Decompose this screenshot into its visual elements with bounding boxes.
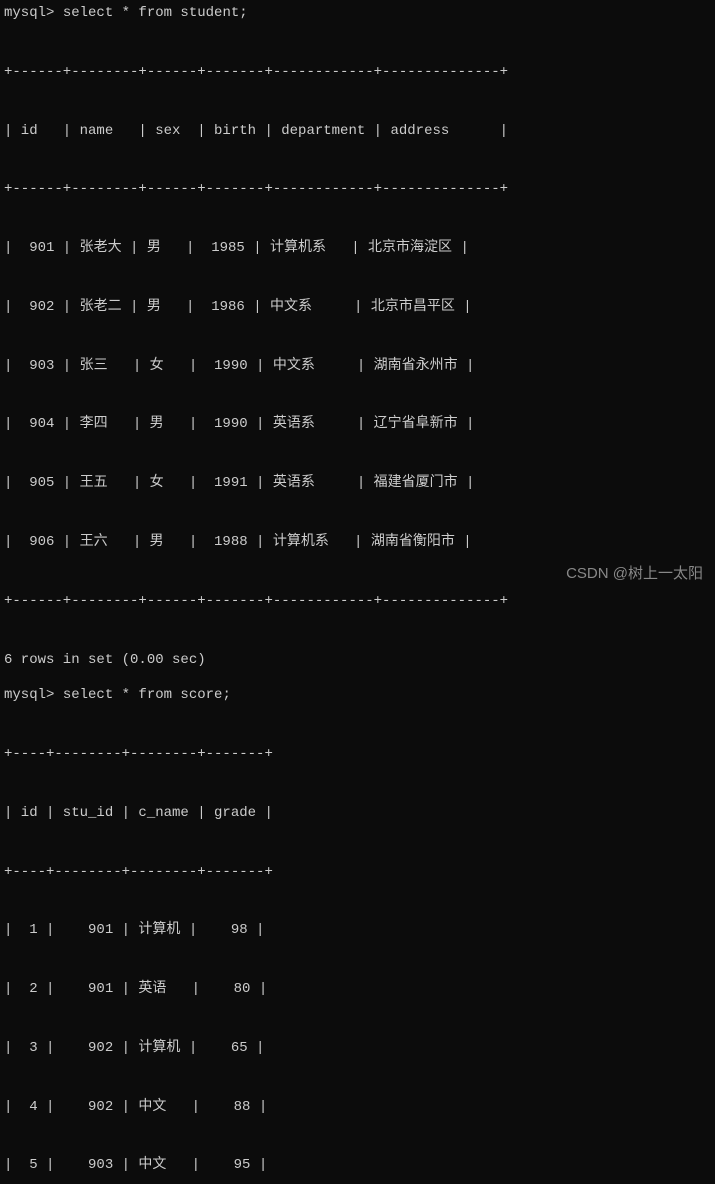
mysql-prompt-1[interactable]: mysql> select * from student; — [4, 4, 711, 24]
table-row: | 1 | 901 | 计算机 | 98 | — [4, 921, 711, 941]
table-row: | 902 | 张老二 | 男 | 1986 | 中文系 | 北京市昌平区 | — [4, 298, 711, 318]
table-score: +----+--------+--------+-------+ | id | … — [4, 706, 711, 1184]
table-header: | id | stu_id | c_name | grade | — [4, 804, 711, 824]
watermark: CSDN @树上一太阳 — [566, 563, 703, 584]
table-border: +------+--------+------+-------+--------… — [4, 180, 711, 200]
table-row: | 4 | 902 | 中文 | 88 | — [4, 1098, 711, 1118]
table-row: | 905 | 王五 | 女 | 1991 | 英语系 | 福建省厦门市 | — [4, 474, 711, 494]
table-row: | 904 | 李四 | 男 | 1990 | 英语系 | 辽宁省阜新市 | — [4, 415, 711, 435]
table-row: | 3 | 902 | 计算机 | 65 | — [4, 1039, 711, 1059]
result-summary-1: 6 rows in set (0.00 sec) — [4, 651, 711, 671]
table-student: +------+--------+------+-------+--------… — [4, 24, 711, 651]
blank-line — [4, 672, 711, 686]
terminal-output: mysql> select * from student; +------+--… — [4, 4, 711, 1184]
prompt-label: mysql> — [4, 5, 63, 21]
sql-query-1: select * from student; — [63, 5, 248, 21]
prompt-label: mysql> — [4, 687, 63, 703]
table-border: +------+--------+------+-------+--------… — [4, 63, 711, 83]
table-row: | 903 | 张三 | 女 | 1990 | 中文系 | 湖南省永州市 | — [4, 357, 711, 377]
table-border: +----+--------+--------+-------+ — [4, 745, 711, 765]
table-border: +------+--------+------+-------+--------… — [4, 592, 711, 612]
mysql-prompt-2[interactable]: mysql> select * from score; — [4, 686, 711, 706]
table-row: | 5 | 903 | 中文 | 95 | — [4, 1156, 711, 1176]
table-row: | 901 | 张老大 | 男 | 1985 | 计算机系 | 北京市海淀区 | — [4, 239, 711, 259]
table-row: | 906 | 王六 | 男 | 1988 | 计算机系 | 湖南省衡阳市 | — [4, 533, 711, 553]
table-header: | id | name | sex | birth | department |… — [4, 122, 711, 142]
sql-query-2: select * from score; — [63, 687, 231, 703]
table-border: +----+--------+--------+-------+ — [4, 863, 711, 883]
table-row: | 2 | 901 | 英语 | 80 | — [4, 980, 711, 1000]
